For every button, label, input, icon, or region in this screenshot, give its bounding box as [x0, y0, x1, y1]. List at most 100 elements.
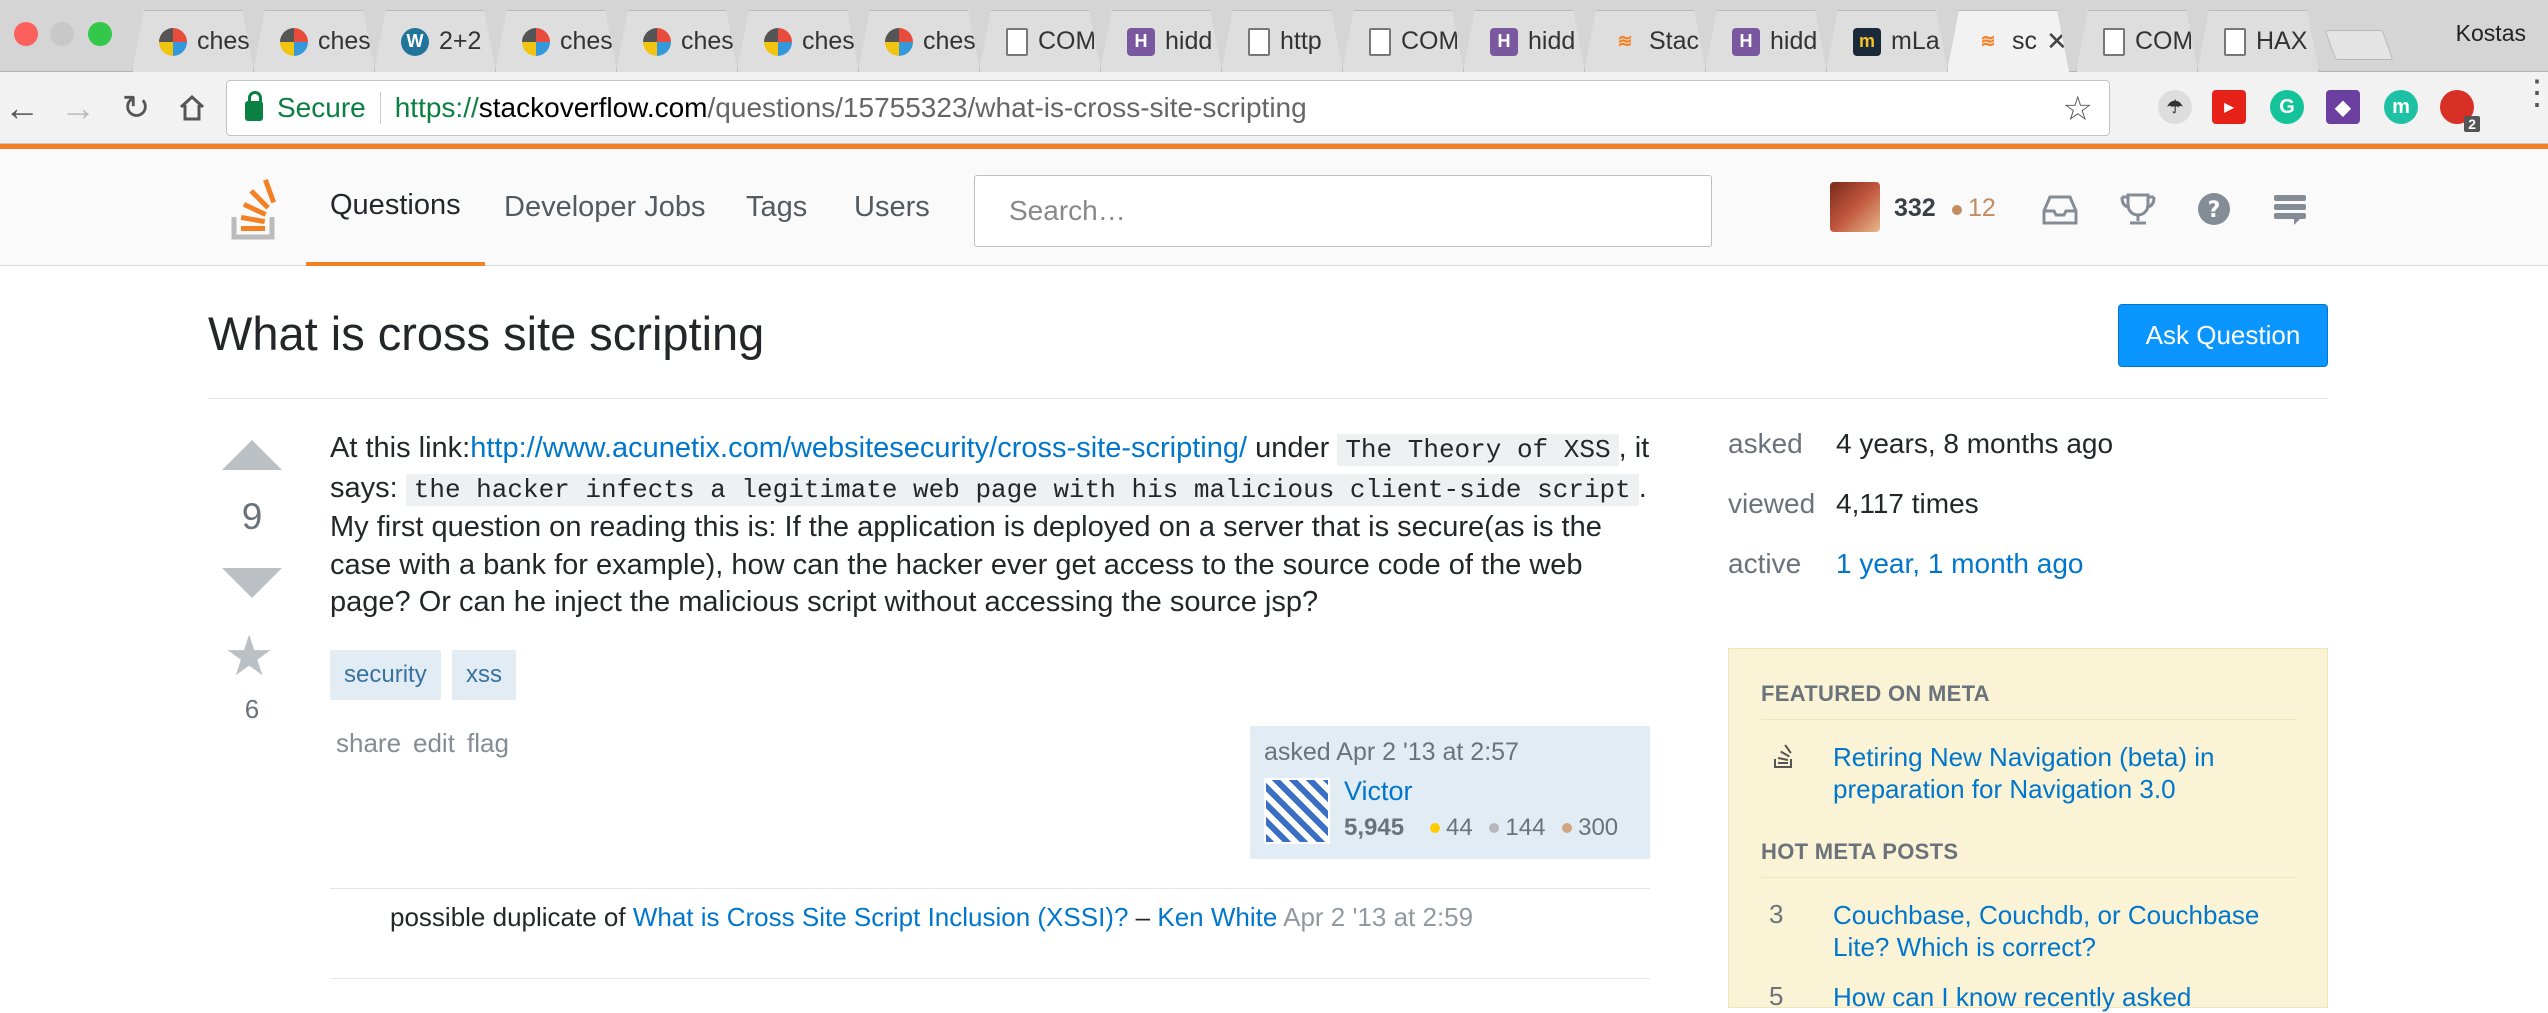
stat-label-active: active — [1728, 548, 1802, 579]
upvote-arrow-icon[interactable] — [222, 440, 282, 470]
divider — [330, 978, 1650, 979]
site-switcher-icon[interactable] — [2270, 191, 2310, 227]
browser-tab[interactable]: ches — [737, 10, 859, 72]
nav-tags[interactable]: Tags — [746, 149, 807, 266]
home-button[interactable] — [172, 88, 212, 128]
tab-title: hidd — [1770, 27, 1818, 55]
comment-author-link[interactable]: Ken White — [1157, 902, 1277, 932]
bronze-badge-count[interactable]: 12 — [1968, 194, 1996, 223]
acunetix-link[interactable]: http://www.acunetix.com/websitesecurity/… — [470, 432, 1247, 464]
browser-toolbar: ← → ↻ Secure https://stackoverflow.com/q… — [0, 72, 2548, 144]
edit-link[interactable]: edit — [413, 728, 455, 759]
featured-meta-link[interactable]: Retiring New Navigation (beta) in prepar… — [1833, 741, 2273, 805]
browser-tab[interactable]: ches — [616, 10, 738, 72]
chess-pinwheel-icon — [159, 27, 187, 56]
search-input[interactable]: Search… — [974, 175, 1712, 247]
browser-tab[interactable]: COM — [979, 10, 1101, 72]
help-icon[interactable]: ? — [2194, 191, 2234, 227]
profile-name[interactable]: Kostas — [2456, 20, 2526, 47]
zoom-window-button[interactable] — [88, 22, 112, 46]
mlab-icon: m — [1853, 27, 1881, 56]
browser-tab[interactable]: ches — [858, 10, 980, 72]
document-icon — [2224, 27, 2246, 56]
question-title[interactable]: What is cross site scripting — [208, 306, 764, 361]
lock-icon — [245, 91, 263, 121]
extension-umbrella-icon[interactable]: ☂ — [2158, 90, 2192, 124]
browser-tab[interactable]: ches — [253, 10, 375, 72]
wordpress-icon: W — [401, 27, 429, 56]
tab-title: ches — [318, 27, 371, 55]
divider — [1761, 877, 2297, 878]
user-name-link[interactable]: Victor — [1344, 776, 1413, 807]
close-window-button[interactable] — [14, 22, 38, 46]
reputation-count[interactable]: 332 — [1894, 194, 1936, 223]
browser-tab[interactable]: Hhidd — [1100, 10, 1222, 72]
browser-tab[interactable]: Hhidd — [1705, 10, 1827, 72]
new-tab-button[interactable] — [2324, 30, 2394, 60]
back-button[interactable]: ← — [2, 87, 42, 128]
downvote-arrow-icon[interactable] — [222, 568, 282, 598]
divider — [330, 888, 1650, 889]
so-topbar: Questions Developer Jobs Tags Users Sear… — [0, 144, 2548, 266]
address-bar[interactable]: Secure https://stackoverflow.com/questio… — [226, 80, 2110, 136]
omnibox-divider — [379, 92, 381, 124]
browser-tab[interactable]: ches — [132, 10, 254, 72]
browser-tab[interactable]: ches — [495, 10, 617, 72]
bookmark-star-icon[interactable]: ☆ — [2063, 89, 2093, 129]
favorite-star-icon[interactable]: ★ — [224, 628, 274, 684]
browser-tab[interactable]: HAX — [2197, 10, 2319, 72]
hot-post-count: 3 — [1769, 899, 1784, 929]
close-tab-icon[interactable]: ✕ — [2046, 26, 2068, 57]
browser-tab[interactable]: COM — [1342, 10, 1464, 72]
hot-meta-post-link[interactable]: How can I know recently asked — [1833, 981, 2273, 1013]
ask-question-button[interactable]: Ask Question — [2118, 304, 2328, 367]
stat-value-active[interactable]: 1 year, 1 month ago — [1836, 548, 2084, 580]
extension-badge-icon[interactable]: 2 — [2440, 90, 2480, 132]
nav-developer-jobs[interactable]: Developer Jobs — [504, 149, 706, 266]
nav-users[interactable]: Users — [854, 149, 930, 266]
browser-tab[interactable]: http — [1221, 10, 1343, 72]
chess-pinwheel-icon — [522, 27, 550, 56]
share-link[interactable]: share — [336, 728, 401, 759]
browser-tab[interactable]: COM — [2076, 10, 2198, 72]
browser-menu-icon[interactable]: ⋮ — [2520, 76, 2548, 110]
inline-code: The Theory of XSS — [1337, 434, 1619, 466]
chess-pinwheel-icon — [764, 27, 792, 56]
extension-badge-count: 2 — [2464, 116, 2480, 132]
bronze-badge-icon — [1952, 205, 1962, 215]
user-avatar[interactable] — [1264, 778, 1330, 844]
home-icon — [179, 94, 205, 121]
browser-tab[interactable]: W 2+2 — [374, 10, 496, 72]
inbox-icon[interactable] — [2040, 191, 2080, 227]
extension-puzzle-icon[interactable]: ◆ — [2326, 90, 2360, 124]
stat-label-viewed: viewed — [1728, 488, 1816, 519]
hot-meta-post-link[interactable]: Couchbase, Couchdb, or Couchbase Lite? W… — [1833, 899, 2273, 963]
comment-text: possible duplicate of — [390, 902, 633, 932]
stackoverflow-logo-icon[interactable] — [230, 179, 282, 241]
nav-questions[interactable]: Questions — [306, 149, 485, 266]
bronze-badge-count: 300 — [1578, 814, 1619, 841]
browser-tab[interactable]: Hhidd — [1463, 10, 1585, 72]
browser-tab[interactable]: ≋ Stac — [1584, 10, 1706, 72]
flag-link[interactable]: flag — [467, 728, 509, 759]
document-icon — [1369, 27, 1391, 56]
tab-title: sc — [2012, 27, 2037, 55]
minimize-window-button[interactable] — [50, 22, 74, 46]
asked-user-card: asked Apr 2 '13 at 2:57 Victor 5,945 44 … — [1250, 726, 1650, 859]
reload-button[interactable]: ↻ — [116, 88, 156, 128]
browser-tab[interactable]: ≋ sc ✕ — [1947, 10, 2069, 72]
duplicate-question-link[interactable]: What is Cross Site Script Inclusion (XSS… — [633, 902, 1129, 932]
browser-tab[interactable]: m mLa — [1826, 10, 1948, 72]
achievements-trophy-icon[interactable] — [2118, 191, 2158, 227]
extension-youtube-icon[interactable]: ▶ — [2212, 90, 2246, 124]
forward-button[interactable]: → — [58, 87, 98, 128]
tab-title: HAX — [2256, 27, 2308, 55]
extension-m-icon[interactable]: m — [2384, 90, 2418, 124]
user-avatar[interactable] — [1830, 182, 1880, 232]
divider — [1761, 719, 2297, 720]
tag-xss[interactable]: xss — [452, 650, 516, 700]
gold-badge-icon — [1430, 823, 1440, 833]
tag-security[interactable]: security — [330, 650, 441, 700]
tab-title: ches — [681, 27, 734, 55]
extension-grammarly-icon[interactable]: G — [2270, 90, 2304, 124]
